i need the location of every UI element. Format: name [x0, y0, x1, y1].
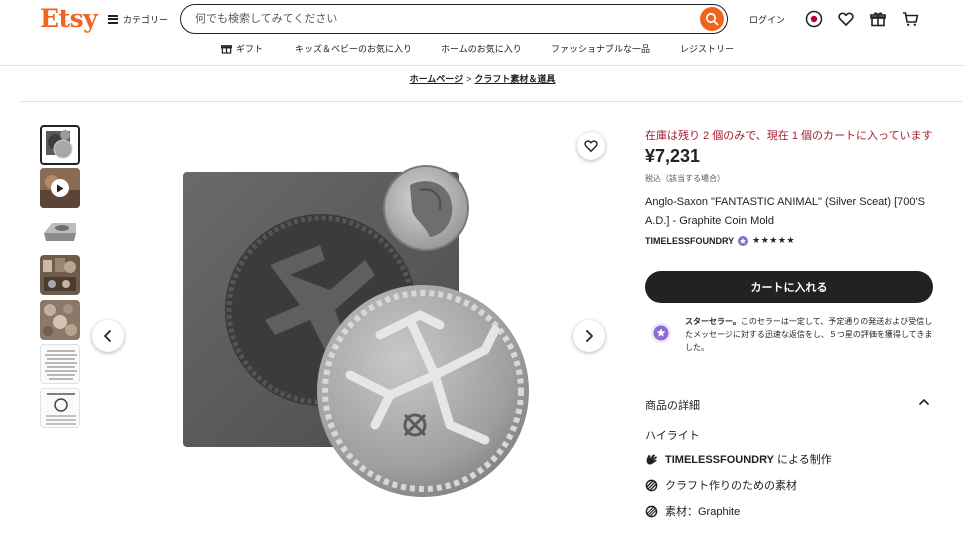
shop-info: TIMELESSFOUNDRY ★★★★★: [645, 235, 795, 246]
breadcrumb: ホームページ > クラフト素材＆道具: [0, 72, 965, 85]
star-seller-text: スターセラー。このセラーは一定して、予定通りの発送および受信したメッセージに対す…: [685, 315, 935, 354]
thumbnail-image: [40, 211, 80, 251]
highlight-craft-supplies: クラフト作りのための素材: [645, 477, 797, 493]
highlights-heading: ハイライト: [645, 430, 700, 442]
heart-icon: [838, 12, 854, 26]
thumbnail-image: [40, 300, 80, 340]
thumbnail-image: [41, 345, 79, 383]
nav-item-fashion[interactable]: ファッショナブルな一品: [551, 42, 650, 55]
search-button[interactable]: [700, 7, 724, 31]
star-seller-badge-icon: [738, 235, 749, 246]
product-image: [90, 125, 610, 500]
thumbnail-6[interactable]: [40, 344, 80, 384]
thumbnail-7[interactable]: [40, 388, 80, 428]
highlight-material: 素材：Graphite: [645, 503, 740, 519]
play-button[interactable]: [51, 179, 69, 197]
hand-icon: [646, 453, 658, 465]
star-seller-info: スターセラー。このセラーは一定して、予定通りの発送および受信したメッセージに対す…: [645, 313, 933, 355]
thumbnail-3[interactable]: [40, 211, 80, 251]
previous-image-button[interactable]: [92, 320, 124, 352]
tax-note: 税込（該当する場合）: [645, 174, 725, 183]
menu-icon: [108, 14, 118, 24]
favorite-item-button[interactable]: [577, 132, 605, 160]
divider: [20, 101, 962, 102]
shop-name-link[interactable]: TIMELESSFOUNDRY: [645, 236, 734, 246]
category-nav: ギフト キッズ＆ベビーのお気に入り ホームのお気に入り ファッショナブルな一品 …: [0, 42, 965, 58]
breadcrumb-separator: >: [466, 74, 472, 84]
rating-stars[interactable]: ★★★★★: [752, 235, 795, 246]
maker-shop-name: TIMELESSFOUNDRY: [665, 454, 774, 466]
star-seller-badge: [651, 323, 671, 343]
locale-button[interactable]: [804, 9, 824, 29]
favorites-button[interactable]: [836, 9, 856, 29]
stock-notice: 在庫は残り 2 個のみで、現在 1 個のカートに入っています: [645, 130, 933, 142]
nav-item-registry[interactable]: レジストリー: [680, 42, 734, 55]
highlight-material-text: 素材：Graphite: [665, 506, 741, 518]
categories-button[interactable]: カテゴリー: [108, 10, 168, 28]
star-seller-label: スターセラー。: [685, 317, 741, 326]
thumbnail-4[interactable]: [40, 255, 80, 295]
search-bar: [180, 4, 728, 34]
play-icon: [57, 184, 64, 192]
heart-icon: [584, 140, 598, 152]
chevron-right-icon: [586, 330, 593, 342]
nav-item-gifts[interactable]: ギフト: [221, 42, 263, 55]
thumbnail-video[interactable]: [40, 168, 80, 208]
nav-item-kids-baby[interactable]: キッズ＆ベビーのお気に入り: [295, 42, 412, 55]
breadcrumb-craft-supplies[interactable]: クラフト素材＆道具: [474, 74, 555, 84]
item-details-toggle[interactable]: 商品の詳細: [645, 397, 933, 413]
star-seller-icon: [653, 325, 669, 341]
highlight-maker: TIMELESSFOUNDRY による制作: [645, 451, 832, 467]
gift-icon: [221, 45, 232, 54]
add-to-cart-button[interactable]: カートに入れる: [645, 271, 933, 303]
login-link[interactable]: ログイン: [749, 13, 785, 26]
breadcrumb-home[interactable]: ホームページ: [410, 74, 464, 84]
gift-icon: [870, 12, 886, 27]
highlight-maker-text: TIMELESSFOUNDRY による制作: [665, 451, 832, 467]
thumbnail-image: [41, 389, 79, 427]
craft-icon: [645, 479, 658, 491]
search-icon: [705, 12, 719, 26]
categories-label: カテゴリー: [123, 14, 169, 25]
next-image-button[interactable]: [573, 320, 605, 352]
highlight-craft-text: クラフト作りのための素材: [665, 480, 797, 492]
thumbnail-5[interactable]: [40, 300, 80, 340]
cart-button[interactable]: [900, 9, 920, 29]
site-header: Etsy カテゴリー ログイン: [0, 0, 965, 66]
etsy-logo[interactable]: Etsy: [40, 4, 98, 33]
nav-item-label: ギフト: [236, 44, 264, 54]
chevron-up-icon: [919, 399, 929, 405]
product-photo: [183, 165, 529, 497]
product-title: Anglo-Saxon "FANTASTIC ANIMAL" (Silver S…: [645, 196, 925, 227]
search-input[interactable]: [195, 11, 695, 27]
thumbnail-1[interactable]: [40, 125, 80, 165]
locale-flag-icon: [805, 10, 823, 28]
thumbnail-image: [43, 128, 75, 160]
maker-suffix: による制作: [774, 454, 832, 466]
material-icon: [645, 505, 658, 517]
nav-item-home[interactable]: ホームのお気に入り: [441, 42, 522, 55]
item-details-heading: 商品の詳細: [645, 400, 700, 412]
chevron-left-icon: [104, 330, 111, 342]
gifts-button[interactable]: [868, 9, 888, 29]
price: ¥7,231: [645, 146, 701, 166]
thumbnail-image: [40, 255, 80, 295]
cart-icon: [902, 12, 918, 26]
